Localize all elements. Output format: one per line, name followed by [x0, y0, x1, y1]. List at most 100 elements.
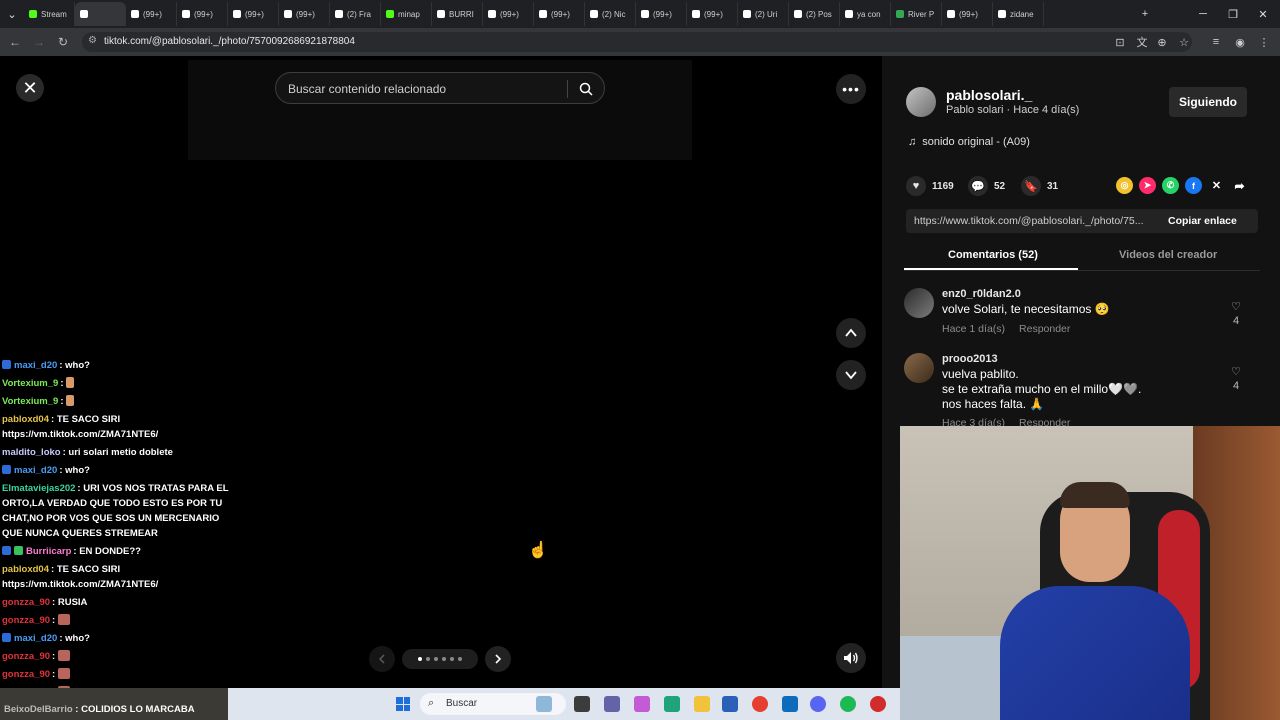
next-photo-button[interactable]	[485, 646, 511, 672]
edge-icon[interactable]	[664, 696, 680, 712]
minimize-button[interactable]: ─	[1188, 0, 1218, 28]
more-options-icon[interactable]: •••	[836, 74, 866, 104]
omnibox[interactable]: ⚙ tiktok.com/@pablosolari._/photo/757009…	[82, 32, 1192, 52]
pager-dot[interactable]	[418, 657, 422, 661]
browser-tab[interactable]: BURRI	[432, 2, 483, 26]
browser-tab[interactable]: Stream	[24, 2, 75, 26]
comment-username[interactable]: prooo2013	[942, 353, 998, 365]
author-username[interactable]: pablosolari._	[946, 87, 1032, 103]
teams-icon[interactable]	[604, 696, 620, 712]
browser-tab[interactable]: (99+)	[687, 2, 738, 26]
chat-username[interactable]: maxi_d20	[14, 465, 57, 476]
chat-username[interactable]: Burriicarp	[26, 546, 71, 557]
back-icon[interactable]: ←	[6, 33, 24, 51]
pager-dot[interactable]	[426, 657, 430, 661]
close-viewer-button[interactable]: ✕	[16, 74, 44, 102]
store-icon[interactable]	[722, 696, 738, 712]
volume-icon[interactable]	[836, 643, 866, 673]
pager-dot[interactable]	[442, 657, 446, 661]
chat-username[interactable]: Vortexium_9	[2, 396, 58, 407]
browser-tab[interactable]	[75, 2, 126, 26]
install-app-icon[interactable]: ⊡	[1112, 34, 1128, 50]
media-control-icon[interactable]: ≡	[1208, 34, 1224, 50]
browser-tab[interactable]: River P	[891, 2, 942, 26]
send-share-icon[interactable]: ➤	[1139, 177, 1156, 194]
windows-start-icon[interactable]	[396, 697, 410, 711]
embed-share-icon[interactable]: ◎	[1116, 177, 1133, 194]
comment-avatar[interactable]	[904, 288, 934, 318]
forward-icon[interactable]: →	[30, 33, 48, 51]
browser-tab[interactable]: ya con	[840, 2, 891, 26]
task-view-icon[interactable]	[574, 696, 590, 712]
next-post-button[interactable]	[836, 360, 866, 390]
chat-username[interactable]: Vortexium_9	[2, 378, 58, 389]
previous-photo-button[interactable]	[369, 646, 395, 672]
reply-button[interactable]: Responder	[1019, 323, 1070, 335]
comment-like[interactable]: ♡ 4	[1228, 300, 1244, 327]
browser-tab[interactable]: (2) Uri	[738, 2, 789, 26]
browser-tab[interactable]: (99+)	[177, 2, 228, 26]
reload-icon[interactable]: ↻	[54, 33, 72, 51]
taskbar-widget-icon[interactable]	[536, 696, 552, 712]
avatar[interactable]	[906, 87, 936, 117]
new-tab-button[interactable]: +	[1130, 0, 1160, 28]
file-explorer-icon[interactable]	[694, 696, 710, 712]
related-search-input[interactable]: Buscar contenido relacionado	[275, 72, 605, 104]
chat-username[interactable]: maxi_d20	[14, 633, 57, 644]
facebook-icon[interactable]: f	[1185, 177, 1202, 194]
maximize-button[interactable]: ❐	[1218, 0, 1248, 28]
chat-username[interactable]: gonzza_90	[2, 615, 50, 626]
copy-link-button[interactable]: Copiar enlace	[1168, 215, 1237, 227]
browser-menu-icon[interactable]: ⋮	[1256, 34, 1272, 50]
search-icon[interactable]	[576, 79, 596, 99]
zoom-icon[interactable]: ⊕	[1154, 34, 1170, 50]
post-link[interactable]: https://www.tiktok.com/@pablosolari._/ph…	[914, 215, 1154, 227]
tab-creator-videos[interactable]: Videos del creador	[1119, 249, 1217, 261]
comment-stat[interactable]: 💬 52	[968, 176, 1005, 196]
discord-icon[interactable]	[810, 696, 826, 712]
chat-username[interactable]: gonzza_90	[2, 669, 50, 680]
chat-username[interactable]: pabloxd04	[2, 414, 49, 425]
pager-dot[interactable]	[458, 657, 462, 661]
following-button[interactable]: Siguiendo	[1169, 87, 1247, 117]
browser-tab[interactable]: (99+)	[279, 2, 330, 26]
site-info-icon[interactable]: ⚙	[88, 35, 97, 46]
profile-icon[interactable]: ◉	[1232, 34, 1248, 50]
bookmark-star-icon[interactable]: ☆	[1176, 34, 1192, 50]
browser-tab[interactable]: (99+)	[228, 2, 279, 26]
previous-post-button[interactable]	[836, 318, 866, 348]
browser-tab[interactable]: (99+)	[483, 2, 534, 26]
save-stat[interactable]: 🔖 31	[1021, 176, 1058, 196]
outlook-icon[interactable]	[782, 696, 798, 712]
chat-username[interactable]: gonzza_90	[2, 651, 50, 662]
browser-tab[interactable]: (99+)	[534, 2, 585, 26]
chrome-icon[interactable]	[752, 696, 768, 712]
chat-username[interactable]: maldito_loko	[2, 447, 61, 458]
browser-tab[interactable]: (2) Fra	[330, 2, 381, 26]
comment-like[interactable]: ♡ 4	[1228, 365, 1244, 392]
spotify-icon[interactable]	[840, 696, 856, 712]
browser-tab[interactable]: zidane	[993, 2, 1044, 26]
translate-icon[interactable]: 文	[1134, 34, 1150, 50]
pager-dot[interactable]	[434, 657, 438, 661]
browser-tab[interactable]: (2) Nic	[585, 2, 636, 26]
whatsapp-icon[interactable]: ✆	[1162, 177, 1179, 194]
chat-username[interactable]: maxi_d20	[14, 360, 57, 371]
browser-tab[interactable]: minap	[381, 2, 432, 26]
chat-username[interactable]: Elmataviejas202	[2, 483, 75, 494]
sound-link[interactable]: ♫ sonido original - (A09)	[908, 136, 1030, 148]
tab-comments[interactable]: Comentarios (52)	[948, 249, 1038, 261]
tab-list-icon[interactable]: ⌄	[0, 0, 24, 28]
like-stat[interactable]: ♥ 1169	[906, 176, 954, 196]
pager-dot[interactable]	[450, 657, 454, 661]
chat-username[interactable]: gonzza_90	[2, 597, 50, 608]
x-icon[interactable]: ✕	[1208, 177, 1225, 194]
share-arrow-icon[interactable]: ➦	[1231, 177, 1248, 194]
comment-username[interactable]: enz0_r0ldan2.0	[942, 288, 1021, 300]
url-text[interactable]: tiktok.com/@pablosolari._/photo/75700926…	[104, 36, 355, 47]
app-icon[interactable]	[870, 696, 886, 712]
browser-tab[interactable]: (99+)	[636, 2, 687, 26]
comment-avatar[interactable]	[904, 353, 934, 383]
browser-tab[interactable]: (99+)	[942, 2, 993, 26]
browser-tab[interactable]: (99+)	[126, 2, 177, 26]
